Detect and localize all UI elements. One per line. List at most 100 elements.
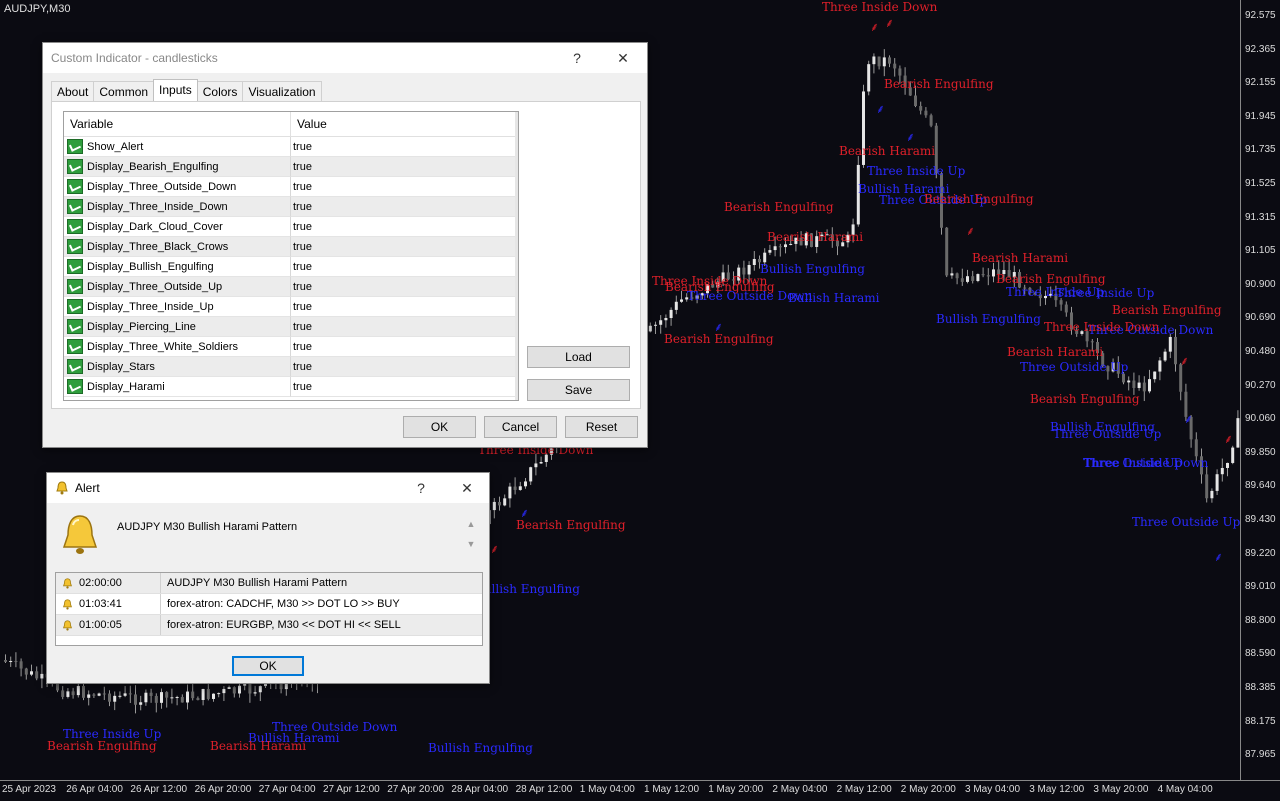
candle-body (971, 276, 975, 281)
variable-name: Display_Three_Inside_Down (87, 200, 228, 213)
time-axis: 25 Apr 2023 26 Apr 04:00 26 Apr 12:00 26 Ap… (0, 780, 1280, 801)
ok-button[interactable]: OK (403, 416, 476, 438)
alert-row[interactable]: 01:03:41 forex-atron: CADCHF, M30 >> DOT … (56, 594, 482, 615)
price-tick-label: 91.315 (1245, 211, 1276, 223)
table-row[interactable]: Display_Bearish_Engulfing true (64, 157, 518, 177)
value-cell[interactable]: true (291, 257, 518, 277)
candle-body (217, 693, 221, 695)
value-cell[interactable]: true (291, 177, 518, 197)
value-cell[interactable]: true (291, 137, 518, 157)
load-button[interactable]: Load (527, 346, 630, 368)
help-button[interactable]: ? (399, 473, 443, 503)
alert-titlebar[interactable]: Alert ? ✕ (47, 473, 489, 503)
table-row[interactable]: Display_Stars true (64, 357, 518, 377)
table-row[interactable]: Display_Dark_Cloud_Cover true (64, 217, 518, 237)
reset-button[interactable]: Reset (565, 416, 638, 438)
value-cell[interactable]: true (291, 157, 518, 177)
tab-about[interactable]: About (51, 81, 95, 102)
candle-body (1148, 379, 1151, 392)
value-cell[interactable]: true (291, 237, 518, 257)
column-variable[interactable]: Variable (64, 112, 291, 136)
variable-icon (67, 159, 83, 174)
candle-body (201, 688, 205, 700)
candle-body (877, 56, 881, 67)
pattern-label: Bearish Engulfing (516, 518, 626, 532)
ok-button[interactable]: OK (232, 656, 304, 676)
help-button[interactable]: ? (555, 43, 599, 73)
time-tick-label: 27 Apr 20:00 (387, 784, 444, 795)
candle-body (966, 276, 969, 282)
candle-body (518, 486, 522, 490)
pattern-label: Bearish Harami (210, 739, 307, 753)
candle-body (898, 68, 902, 76)
table-row[interactable]: Display_Three_Inside_Up true (64, 297, 518, 317)
variable-name: Display_Three_White_Soldiers (87, 340, 239, 353)
variable-name: Show_Alert (87, 140, 144, 153)
value-cell[interactable]: true (291, 317, 518, 337)
table-row[interactable]: Display_Three_Black_Crows true (64, 237, 518, 257)
variable-name: Display_Bullish_Engulfing (87, 260, 214, 273)
candle-body (1132, 380, 1136, 388)
table-row[interactable]: Display_Bullish_Engulfing true (64, 257, 518, 277)
close-icon[interactable]: ✕ (445, 473, 489, 503)
variable-icon (67, 379, 83, 394)
table-row[interactable]: Display_Piercing_Line true (64, 317, 518, 337)
table-row[interactable]: Display_Three_Inside_Down true (64, 197, 518, 217)
alert-row[interactable]: 01:00:05 forex-atron: EURGBP, M30 << DOT … (56, 615, 482, 636)
table-row[interactable]: Display_Three_Outside_Up true (64, 277, 518, 297)
candle-body (71, 691, 75, 696)
value-cell[interactable]: true (291, 297, 518, 317)
column-value[interactable]: Value (291, 112, 327, 136)
variable-cell: Show_Alert (64, 137, 291, 157)
signal-arrow-icon: ⸙ (966, 224, 976, 238)
value-cell[interactable]: true (291, 217, 518, 237)
signal-arrow-icon: ⸙ (520, 506, 530, 520)
bell-icon (56, 481, 68, 495)
candle-body (97, 693, 101, 696)
candle-body (258, 686, 262, 693)
time-tick-label: 27 Apr 12:00 (323, 784, 380, 795)
candle-body (253, 692, 257, 694)
value-cell[interactable]: true (291, 337, 518, 357)
candle-body (534, 463, 538, 468)
variable-cell: Display_Bullish_Engulfing (64, 257, 291, 277)
candle-body (1168, 336, 1172, 352)
candle-body (1137, 382, 1141, 388)
tab-common[interactable]: Common (93, 81, 155, 102)
alert-time-cell: 01:03:41 (56, 594, 161, 614)
variable-icon (67, 279, 83, 294)
variable-cell: Display_Three_Outside_Down (64, 177, 291, 197)
save-button[interactable]: Save (527, 379, 630, 401)
tab-colors[interactable]: Colors (196, 81, 244, 102)
value-cell[interactable]: true (291, 197, 518, 217)
price-tick-label: 90.690 (1245, 312, 1276, 324)
table-row[interactable]: Display_Harami true (64, 377, 518, 397)
table-body: Show_Alert true Display_Bearish_Engulfing t… (64, 137, 518, 397)
message-scrollbar[interactable]: ▲ ▼ (465, 519, 477, 561)
table-row[interactable]: Display_Three_Outside_Down true (64, 177, 518, 197)
candle-body (82, 685, 85, 698)
price-tick-label: 91.105 (1245, 245, 1276, 257)
candle-body (1236, 418, 1240, 448)
candle-body (212, 693, 215, 699)
value-cell[interactable]: true (291, 377, 518, 397)
candle-body (524, 481, 527, 487)
alert-row[interactable]: 02:00:00 AUDJPY M30 Bullish Harami Patter… (56, 573, 482, 594)
value-cell[interactable]: true (291, 357, 518, 377)
candle-body (1194, 439, 1198, 457)
table-row[interactable]: Show_Alert true (64, 137, 518, 157)
time-tick-label: 1 May 12:00 (644, 784, 700, 795)
price-tick-label: 89.640 (1245, 480, 1276, 492)
custom-indicator-titlebar[interactable]: Custom Indicator - candlesticks ? ✕ (43, 43, 647, 73)
scrollbar[interactable] (515, 112, 518, 400)
tab-visualization[interactable]: Visualization (242, 81, 322, 102)
alert-title: Alert (75, 481, 100, 495)
value-cell[interactable]: true (291, 277, 518, 297)
candle-body (227, 687, 231, 689)
candle-body (893, 63, 897, 69)
pattern-label: Three Inside Down (1044, 320, 1160, 334)
cancel-button[interactable]: Cancel (484, 416, 557, 438)
close-icon[interactable]: ✕ (601, 43, 645, 73)
table-row[interactable]: Display_Three_White_Soldiers true (64, 337, 518, 357)
price-tick-label: 91.525 (1245, 178, 1276, 189)
